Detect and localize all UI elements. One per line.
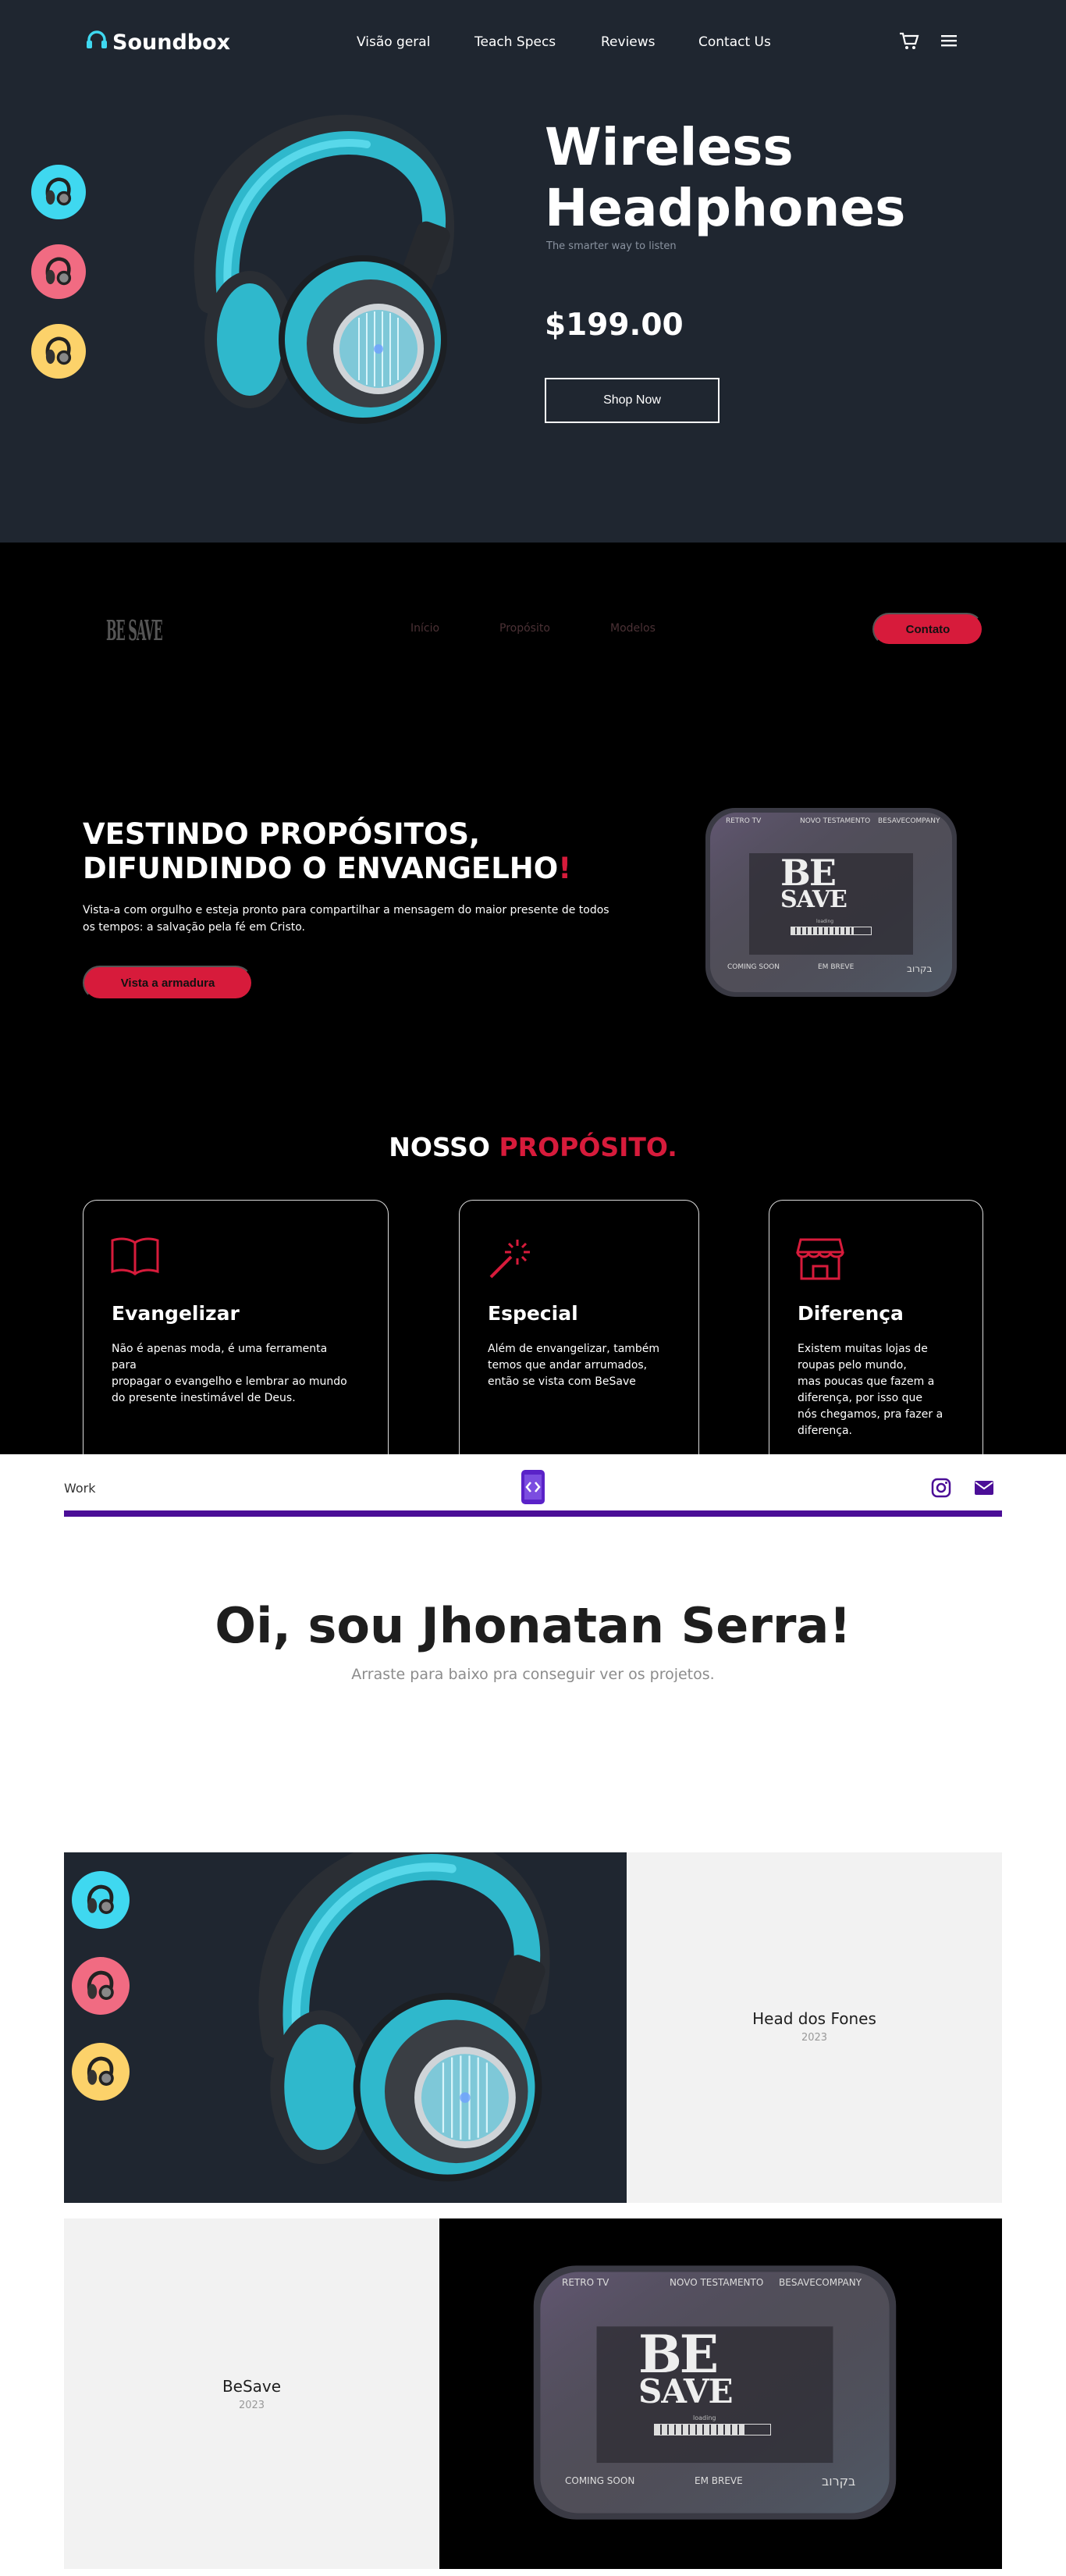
portfolio-subtitle: Arraste para baixo pra conseguir ver os … — [351, 1666, 715, 1683]
retro-tv-image: RETRO TV NOVO TESTAMENTO BESAVECOMPANY B… — [529, 2261, 901, 2524]
project-thumbnail-besave[interactable]: RETRO TV NOVO TESTAMENTO BESAVECOMPANY B… — [439, 2218, 1002, 2569]
tv-label: NOVO TESTAMENTO — [800, 817, 871, 825]
code-phone-icon[interactable] — [518, 1468, 548, 1509]
color-swatch-yellow — [72, 2043, 130, 2101]
magic-wand-icon — [486, 1236, 531, 1283]
nav-work[interactable]: Work — [64, 1481, 96, 1496]
nav-proposito[interactable]: Propósito — [499, 622, 550, 635]
color-swatch-pink — [72, 1957, 130, 2015]
card-title: Especial — [488, 1302, 578, 1325]
soundbox-logo-text: Soundbox — [112, 30, 231, 55]
tv-label: BESAVECOMPANY — [878, 817, 940, 825]
portfolio-title: Oi, sou Jhonatan Serra! — [215, 1597, 851, 1654]
nav-inicio[interactable]: Início — [410, 622, 439, 635]
nav-reviews[interactable]: Reviews — [601, 34, 656, 50]
book-icon — [110, 1236, 160, 1279]
besave-section: BE SAVE Início Propósito Modelos Contato… — [0, 543, 1066, 1457]
mail-icon[interactable] — [974, 1480, 994, 1499]
mini-headphone-icon — [82, 2053, 119, 2090]
hero-tagline: The smarter way to listen — [546, 240, 677, 252]
mini-headphone-icon — [41, 254, 76, 290]
headphones-icon — [86, 30, 108, 55]
tv-label: COMING SOON — [727, 963, 780, 971]
header-divider — [64, 1510, 1002, 1517]
instagram-icon[interactable] — [931, 1478, 951, 1501]
contato-button[interactable]: Contato — [872, 613, 983, 646]
tv-loading-bar — [791, 927, 872, 935]
product-price: $199.00 — [545, 308, 684, 343]
project-card-besave[interactable]: BeSave 2023 — [64, 2218, 439, 2569]
project-thumbnail-headphones[interactable] — [64, 1852, 627, 2203]
headphones-image — [216, 1852, 583, 2196]
project-year: 2023 — [238, 2400, 265, 2411]
purpose-card: Especial Além de envangelizar, também te… — [459, 1200, 699, 1457]
cart-icon[interactable] — [899, 31, 919, 53]
tv-brand: SAVE — [638, 2372, 733, 2411]
tv-label: RETRO TV — [562, 2277, 609, 2288]
soundbox-logo[interactable]: Soundbox — [86, 30, 230, 55]
nav-overview[interactable]: Visão geral — [357, 34, 430, 50]
tv-label: COMING SOON — [565, 2475, 635, 2486]
card-title: Diferença — [798, 1302, 904, 1325]
vista-a-armadura-button[interactable]: Vista a armadura — [83, 966, 253, 1000]
hero-title: Wireless Headphones — [545, 117, 906, 238]
project-name: BeSave — [222, 2377, 282, 2396]
besave-hero-text: Vista-a com orgulho e esteja pronto para… — [83, 904, 609, 934]
mini-headphone-icon — [41, 174, 76, 210]
menu-icon[interactable] — [940, 31, 958, 53]
tv-loading-text: loading — [816, 919, 834, 924]
nav-modelos[interactable]: Modelos — [610, 622, 656, 635]
color-swatch-pink[interactable] — [31, 244, 86, 299]
purpose-title: NOSSO PROPÓSITO. — [389, 1132, 677, 1162]
retro-tv-image: RETRO TV NOVO TESTAMENTO BESAVECOMPANY B… — [702, 805, 960, 1000]
nav-tech-specs[interactable]: Teach Specs — [474, 34, 556, 50]
project-card-headphones[interactable]: Head dos Fones 2023 — [627, 1852, 1002, 2203]
color-swatch-cyan — [72, 1871, 130, 1929]
besave-logo[interactable]: BE SAVE — [106, 605, 172, 647]
tv-label: RETRO TV — [726, 817, 762, 825]
store-icon — [796, 1236, 844, 1285]
project-year: 2023 — [801, 2032, 828, 2044]
purpose-card: Evangelizar Não é apenas moda, é uma fer… — [83, 1200, 389, 1457]
mini-headphone-icon — [82, 1881, 119, 1919]
portfolio-section: Work Oi, sou Jhonatan Serra! Arraste par… — [0, 1454, 1066, 2576]
tv-label: BESAVECOMPANY — [779, 2277, 862, 2288]
tv-loading-bar — [654, 2424, 771, 2435]
tv-label: EM BREVE — [695, 2475, 743, 2486]
tv-label: בקרוב — [822, 2474, 856, 2489]
project-name: Head dos Fones — [752, 2009, 876, 2028]
mini-headphone-icon — [82, 1967, 119, 2005]
soundbox-section: Soundbox Visão geral Teach Specs Reviews… — [0, 0, 1066, 543]
headphones-image — [156, 101, 484, 437]
tv-label: בקרוב — [907, 963, 933, 974]
tv-loading-text: loading — [693, 2414, 716, 2421]
shop-now-button[interactable]: Shop Now — [545, 378, 720, 423]
tv-label: NOVO TESTAMENTO — [670, 2277, 764, 2288]
purpose-card: Diferença Existem muitas lojas de roupas… — [769, 1200, 983, 1457]
nav-contact-us[interactable]: Contact Us — [698, 34, 771, 50]
color-swatch-yellow[interactable] — [31, 324, 86, 379]
card-title: Evangelizar — [112, 1302, 240, 1325]
mini-headphone-icon — [41, 333, 76, 369]
color-swatch-cyan[interactable] — [31, 165, 86, 219]
tv-label: EM BREVE — [818, 963, 855, 971]
tv-brand: SAVE — [780, 886, 847, 913]
card-text: Não é apenas moda, é uma ferramenta para… — [112, 1343, 347, 1404]
besave-hero-title: VESTINDO PROPÓSITOS, DIFUNDINDO O ENVANGE… — [83, 817, 572, 885]
card-text: Existem muitas lojas de roupas pelo mund… — [798, 1343, 943, 1437]
card-text: Além de envangelizar, também temos que a… — [488, 1343, 660, 1388]
